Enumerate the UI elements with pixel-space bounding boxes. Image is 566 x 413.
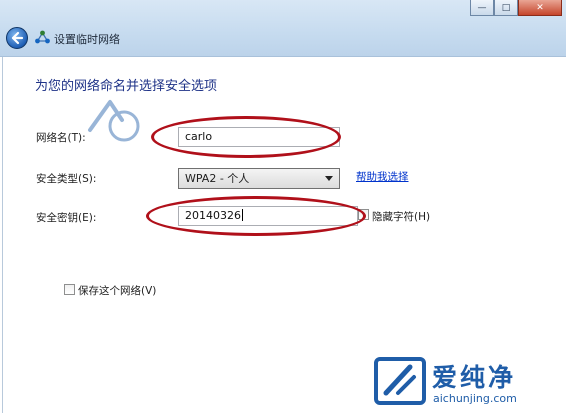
save-network-checkbox[interactable] bbox=[64, 284, 75, 295]
aichunjing-logo-icon bbox=[374, 357, 426, 405]
back-button[interactable] bbox=[6, 27, 28, 49]
text-caret bbox=[242, 209, 243, 221]
title-bar: — □ ✕ 设置临时网络 bbox=[0, 0, 566, 57]
watermark-url-text: aichunjing.com bbox=[433, 392, 517, 405]
watermark-brand-text: 爱纯净 bbox=[432, 363, 517, 392]
security-key-value: 20140326 bbox=[185, 209, 241, 222]
security-type-select[interactable]: WPA2 - 个人 bbox=[178, 168, 340, 189]
network-name-input[interactable]: carlo bbox=[178, 127, 340, 147]
wizard-title: 设置临时网络 bbox=[54, 33, 120, 46]
chevron-down-icon bbox=[325, 176, 333, 181]
save-network-label[interactable]: 保存这个网络(V) bbox=[78, 283, 156, 298]
watermark-logo-icon bbox=[88, 100, 140, 142]
window-controls: — □ ✕ bbox=[470, 0, 562, 16]
help-me-choose-link[interactable]: 帮助我选择 bbox=[356, 169, 409, 184]
hide-characters-label[interactable]: 隐藏字符(H) bbox=[372, 209, 430, 224]
security-key-input[interactable]: 20140326 bbox=[178, 206, 358, 226]
maximize-button[interactable]: □ bbox=[494, 0, 518, 16]
security-type-label: 安全类型(S): bbox=[36, 173, 97, 185]
network-name-label: 网络名(T): bbox=[36, 132, 86, 144]
minimize-button[interactable]: — bbox=[470, 0, 494, 16]
network-icon bbox=[35, 30, 50, 44]
security-key-label: 安全密钥(E): bbox=[36, 212, 97, 224]
close-button[interactable]: ✕ bbox=[518, 0, 562, 16]
security-type-value: WPA2 - 个人 bbox=[185, 172, 250, 185]
back-arrow-icon bbox=[11, 31, 24, 45]
hide-characters-checkbox[interactable] bbox=[358, 209, 369, 220]
